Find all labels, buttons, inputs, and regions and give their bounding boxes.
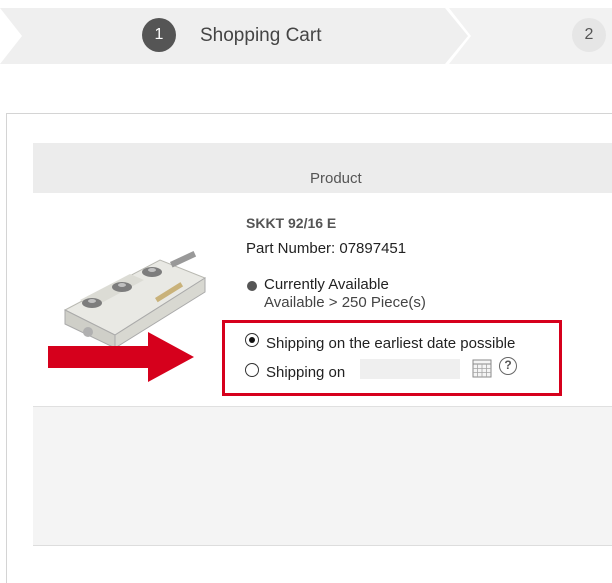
shipping-date-label[interactable]: Shipping on [266,364,345,381]
checkout-stepper: 1 Shopping Cart 2 [0,8,612,64]
part-number: Part Number: 07897451 [246,240,407,257]
calendar-icon[interactable] [472,358,492,378]
product-name[interactable]: SKKT 92/16 E [246,215,336,231]
availability-dot-icon [247,281,257,291]
step-shopping-cart[interactable]: 1 Shopping Cart [0,8,468,64]
column-header-product: Product [310,170,362,187]
table-header: Product [33,143,612,193]
step-label-1: Shopping Cart [200,25,322,46]
row-divider-bottom [33,545,612,546]
help-icon[interactable]: ? [499,357,517,375]
arrow-right-icon [48,332,194,382]
radio-shipping-earliest[interactable] [245,333,259,347]
step-number-2[interactable]: 2 [572,18,606,52]
cart-row-empty [33,407,612,545]
step-number-1: 1 [142,18,176,52]
availability-detail: Available > 250 Piece(s) [264,294,426,311]
radio-shipping-date[interactable] [245,363,259,377]
shipping-earliest-label[interactable]: Shipping on the earliest date possible [266,335,515,352]
shipping-date-input[interactable] [360,359,460,379]
availability-status: Currently Available [264,276,389,293]
